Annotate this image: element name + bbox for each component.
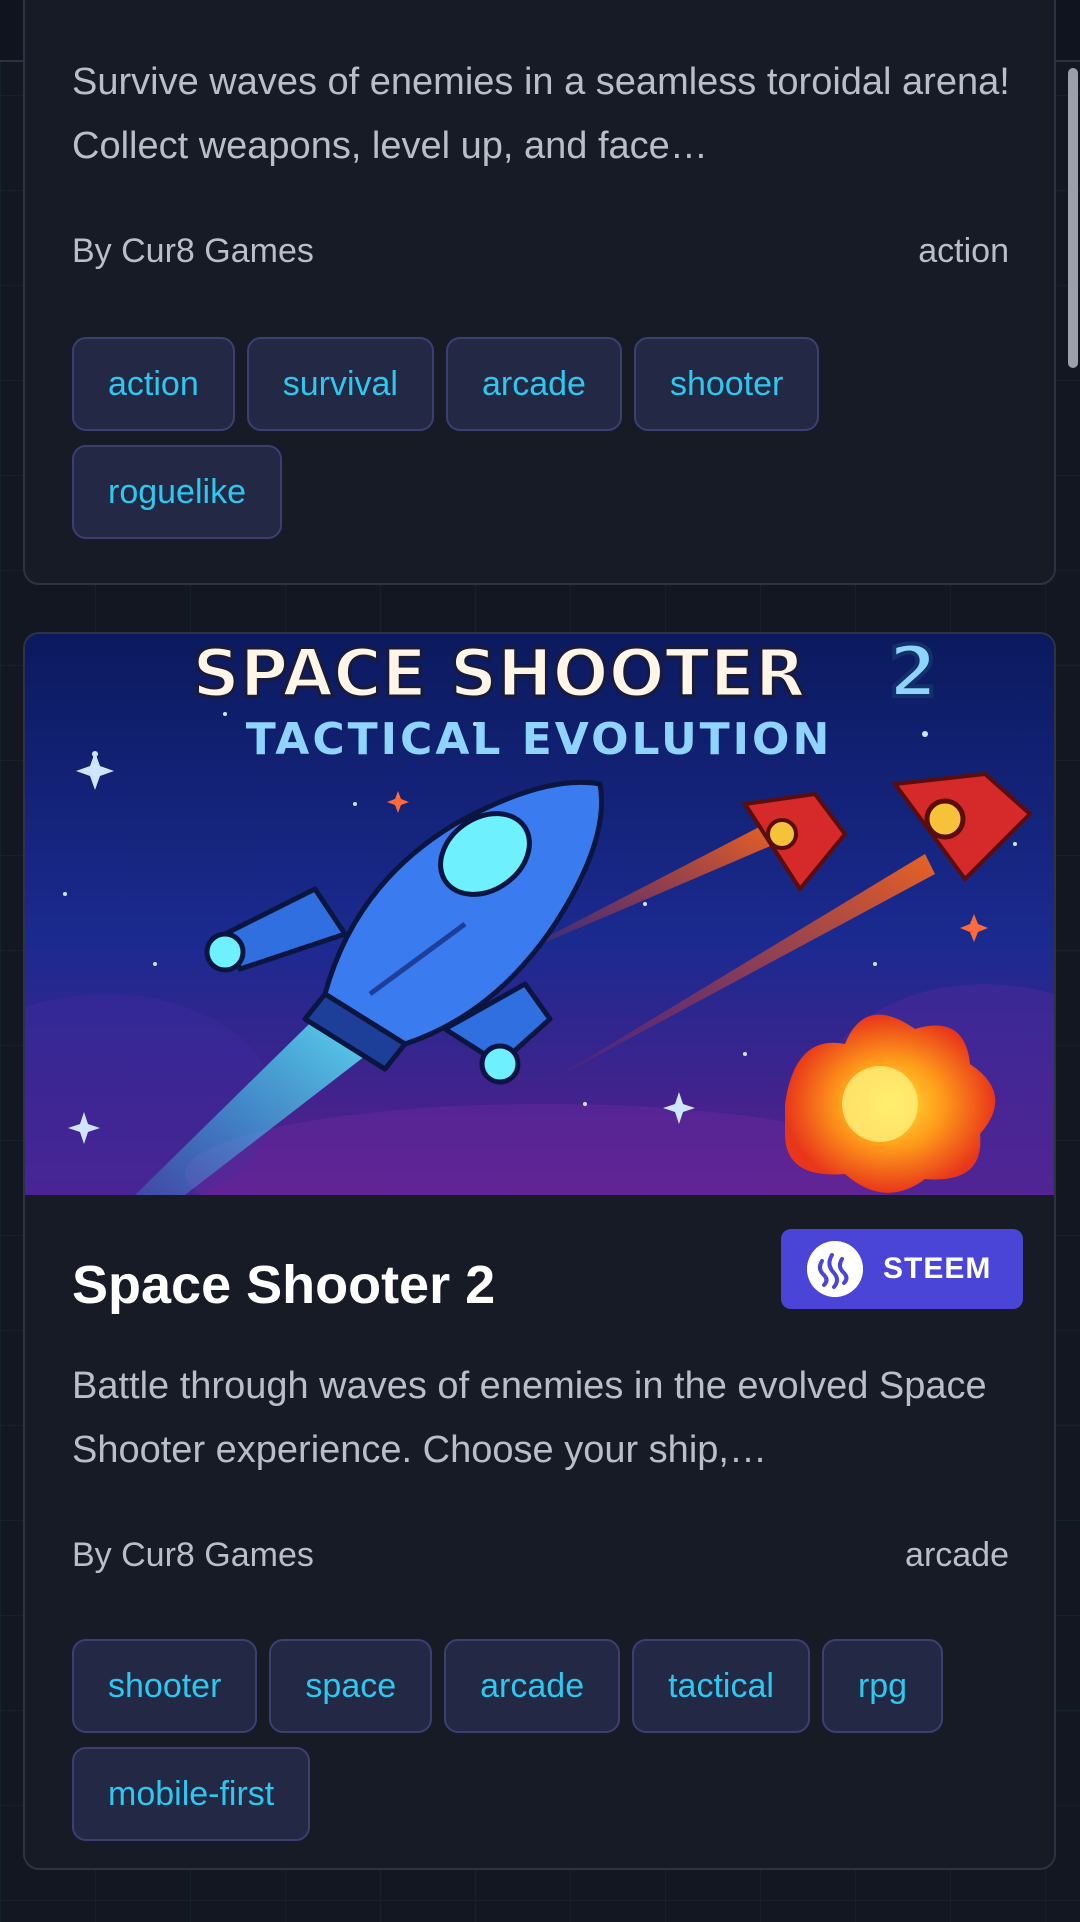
tag-chip[interactable]: survival [246,337,434,431]
chain-label: STEEM [883,1252,992,1285]
chain-badge: STEEM [781,1229,1023,1309]
steem-icon [807,1241,863,1297]
tag-chip[interactable]: shooter [633,337,820,431]
tag-chip[interactable]: action [72,337,235,431]
tag-chip[interactable]: rpg [821,1639,944,1733]
cover-subtitle: TACTICAL EVOLUTION [246,714,833,765]
tag-list: action survival arcade shooter roguelike [72,337,1012,539]
game-card[interactable]: Survive waves of enemies in a seamless t… [23,0,1056,585]
tag-chip[interactable]: space [269,1639,433,1733]
tag-chip[interactable]: arcade [444,1639,621,1733]
game-category: arcade [905,1536,1009,1574]
cover-title: SPACE SHOOTER [192,635,805,712]
game-category: action [918,232,1009,270]
game-card[interactable]: SPACE SHOOTER 2 TACTICAL EVOLUTION Space… [23,632,1056,1870]
tag-chip[interactable]: shooter [72,1639,258,1733]
scrollbar-thumb[interactable] [1068,68,1078,368]
game-description: Battle through waves of enemies in the e… [72,1365,987,1471]
game-author: By Cur8 Games [72,232,314,270]
cover-number: 2 [889,634,938,713]
game-cover-image[interactable]: SPACE SHOOTER 2 TACTICAL EVOLUTION [25,634,1054,1195]
game-author: By Cur8 Games [72,1536,314,1574]
game-title[interactable]: Space Shooter 2 [72,1254,495,1316]
game-description: Survive waves of enemies in a seamless t… [72,61,1010,167]
tag-list: shooter space arcade tactical rpg mobile… [72,1639,1012,1841]
tag-chip[interactable]: arcade [445,337,622,431]
tag-chip[interactable]: tactical [632,1639,810,1733]
tag-chip[interactable]: mobile-first [72,1747,311,1841]
tag-chip[interactable]: roguelike [72,445,282,539]
